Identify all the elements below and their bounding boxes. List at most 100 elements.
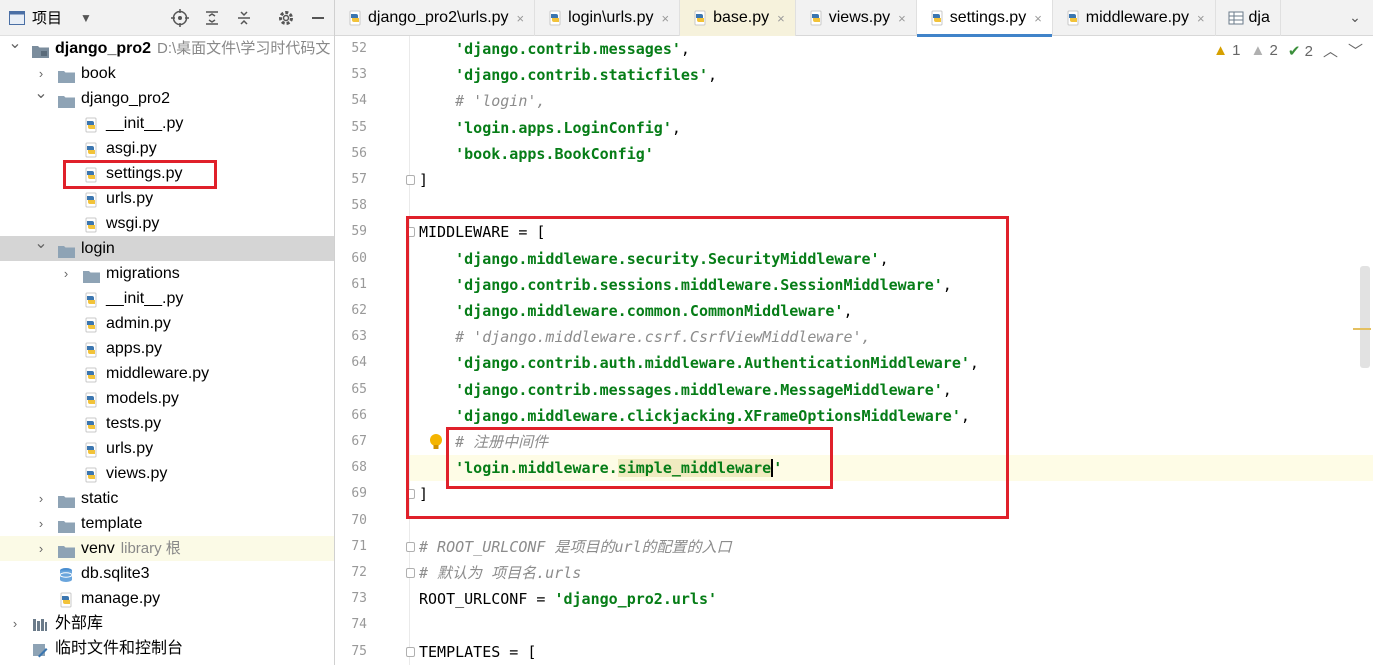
tree-item-admin-py[interactable]: admin.py <box>0 311 334 336</box>
warning-count[interactable]: ▲ 1 <box>1213 42 1240 59</box>
tab-dja[interactable]: dja <box>1216 0 1281 36</box>
close-icon[interactable]: × <box>662 11 670 26</box>
tree-item-settings-py[interactable]: settings.py <box>0 161 334 186</box>
project-view-title[interactable]: 项目 <box>32 7 62 28</box>
tree-item-init-py[interactable]: __init__.py <box>0 286 334 311</box>
python-file-icon <box>83 316 99 333</box>
chevron-right-icon[interactable]: › <box>34 536 48 561</box>
tree-item-tests-py[interactable]: tests.py <box>0 411 334 436</box>
chevron-right-icon[interactable]: › <box>8 611 22 636</box>
weak-warning-count[interactable]: ▲ 2 <box>1251 42 1278 59</box>
tree-item-models-py[interactable]: models.py <box>0 386 334 411</box>
fold-marker-icon[interactable] <box>406 489 415 500</box>
tree-item-login[interactable]: ⌄ login <box>0 235 334 261</box>
collapse-all-icon[interactable] <box>234 8 254 28</box>
tab-django-pro2-urls-py[interactable]: django_pro2\urls.py × <box>335 0 536 36</box>
locate-icon[interactable] <box>170 8 190 28</box>
tree-item-urls-py[interactable]: urls.py <box>0 186 334 211</box>
tab-login-urls-py[interactable]: login\urls.py × <box>535 0 681 36</box>
expand-all-icon[interactable] <box>202 8 222 28</box>
fold-marker-icon[interactable] <box>406 227 415 238</box>
check-icon: ✔ <box>1287 42 1301 60</box>
tab-base-py[interactable]: base.py × <box>680 0 796 36</box>
tree-item-views-py[interactable]: views.py <box>0 461 334 486</box>
minimize-icon[interactable] <box>308 8 328 28</box>
lightbulb-icon[interactable] <box>429 433 443 451</box>
inspection-widget[interactable]: ▲ 1 ▲ 2 ✔ 2 ︿ ﹀ <box>1213 40 1363 61</box>
tree-item-init-py[interactable]: __init__.py <box>0 111 334 136</box>
line-number: 53 <box>351 67 367 83</box>
chevron-right-icon[interactable]: › <box>34 486 48 511</box>
python-file-icon <box>929 10 945 26</box>
code-token: 'django.middleware.clickjacking.XFrameOp… <box>419 406 961 425</box>
chevron-down-icon[interactable]: ⌄ <box>34 81 48 106</box>
code-token: 'login.middleware. <box>419 459 618 478</box>
weak-warning-icon: ▲ <box>1250 42 1266 59</box>
chevron-down-icon[interactable]: ▼ <box>80 11 92 25</box>
tree-item-item[interactable]: 临时文件和控制台 <box>0 636 334 661</box>
scrollbar-thumb[interactable] <box>1360 266 1370 368</box>
ok-count[interactable]: ✔ 2 <box>1288 42 1313 60</box>
chevron-up-icon[interactable]: ︿ <box>1323 40 1338 61</box>
close-icon[interactable]: × <box>517 11 525 26</box>
tree-item-venv[interactable]: › venv library 根 <box>0 536 334 561</box>
fold-marker-icon[interactable] <box>406 541 415 552</box>
code-line: # 默认为 项目名.urls <box>419 560 581 586</box>
tree-item-wsgi-py[interactable]: wsgi.py <box>0 211 334 236</box>
python-file-icon <box>83 116 99 133</box>
code-token: , <box>960 406 970 425</box>
tree-item-item[interactable]: › 外部库 <box>0 611 334 636</box>
tree-item-template[interactable]: › template <box>0 511 334 536</box>
chevron-down-icon[interactable]: ⌄ <box>34 231 48 256</box>
tree-item-urls-py[interactable]: urls.py <box>0 436 334 461</box>
python-file-icon <box>808 10 824 26</box>
tab-views-py[interactable]: views.py × <box>796 0 917 36</box>
close-icon[interactable]: × <box>1034 11 1042 26</box>
python-file-icon <box>83 341 99 358</box>
tree-item-manage-py[interactable]: manage.py <box>0 586 334 611</box>
code-line: ROOT_URLCONF = 'django_pro2.urls' <box>419 586 717 612</box>
python-file-icon <box>83 416 99 433</box>
python-file-icon <box>83 391 99 408</box>
chevron-right-icon[interactable]: › <box>59 261 73 286</box>
tree-item-middleware-py[interactable]: middleware.py <box>0 361 334 386</box>
close-icon[interactable]: × <box>898 11 906 26</box>
tree-item-migrations[interactable]: › migrations <box>0 261 334 286</box>
tree-item-label: tests.py <box>106 415 162 432</box>
tree-item-django-pro2[interactable]: ⌄ django_pro2 <box>0 85 334 111</box>
gear-icon[interactable] <box>276 8 296 28</box>
folder-icon <box>32 41 49 58</box>
tree-item-static[interactable]: › static <box>0 486 334 511</box>
fold-marker-icon[interactable] <box>406 568 415 578</box>
code-area[interactable]: 'django.contrib.messages', 'django.contr… <box>419 36 1359 665</box>
python-file-icon <box>83 166 99 183</box>
tab-middleware-py[interactable]: middleware.py × <box>1053 0 1216 36</box>
line-number: 70 <box>351 512 367 528</box>
project-view-icon[interactable] <box>8 10 26 26</box>
python-file-icon <box>58 591 74 608</box>
line-number: 66 <box>351 407 367 423</box>
tree-item-label: urls.py <box>106 440 154 457</box>
tree-item-db-sqlite3[interactable]: db.sqlite3 <box>0 561 334 586</box>
tree-item-asgi-py[interactable]: asgi.py <box>0 136 334 161</box>
tree-item-django-pro2[interactable]: ⌄ django_pro2 D:\桌面文件\学习时代码文 <box>0 35 334 61</box>
close-icon[interactable]: × <box>777 11 785 26</box>
chevron-right-icon[interactable]: › <box>34 511 48 536</box>
tab-list-chevron-down-icon[interactable]: ⌄ <box>1337 0 1373 35</box>
python-file-icon <box>83 191 99 208</box>
code-line: TEMPLATES = [ <box>419 639 536 665</box>
close-icon[interactable]: × <box>1197 11 1205 26</box>
fold-marker-icon[interactable] <box>406 646 415 657</box>
tree-item-book[interactable]: › book <box>0 61 334 86</box>
tab-settings-py[interactable]: settings.py × <box>916 0 1053 37</box>
chevron-down-icon[interactable]: ⌄ <box>8 31 22 56</box>
fold-marker-icon[interactable] <box>406 175 415 185</box>
tree-item-label: settings.py <box>106 165 183 182</box>
code-token: MIDDLEWARE = [ <box>419 223 546 242</box>
code-token: 'django.contrib.messages' <box>419 40 681 58</box>
tree-item-apps-py[interactable]: apps.py <box>0 336 334 361</box>
code-token: # 'login', <box>419 92 546 111</box>
scratch-icon <box>32 641 48 658</box>
code-token: 'django.middleware.security.SecurityMidd… <box>419 249 880 268</box>
scrollbar-marker <box>1353 328 1371 330</box>
